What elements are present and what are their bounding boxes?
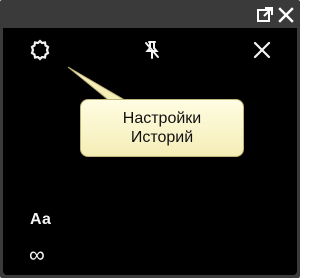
settings-tooltip: Настройки Историй [80,99,244,157]
infinite-loop-toggle[interactable]: ∞ [29,242,45,268]
stories-panel: Настройки Историй Aa ∞ [3,28,297,275]
title-bar [0,0,300,28]
font-size-toggle[interactable]: Aa [30,211,51,229]
gear-icon[interactable] [28,38,52,62]
tooltip-text: Настройки Историй [122,110,202,146]
widget-window: Настройки Историй Aa ∞ [0,0,300,278]
close-icon[interactable] [252,40,272,60]
popout-icon[interactable] [256,6,274,24]
unpin-icon[interactable] [140,38,164,62]
window-close-icon[interactable] [277,6,295,24]
